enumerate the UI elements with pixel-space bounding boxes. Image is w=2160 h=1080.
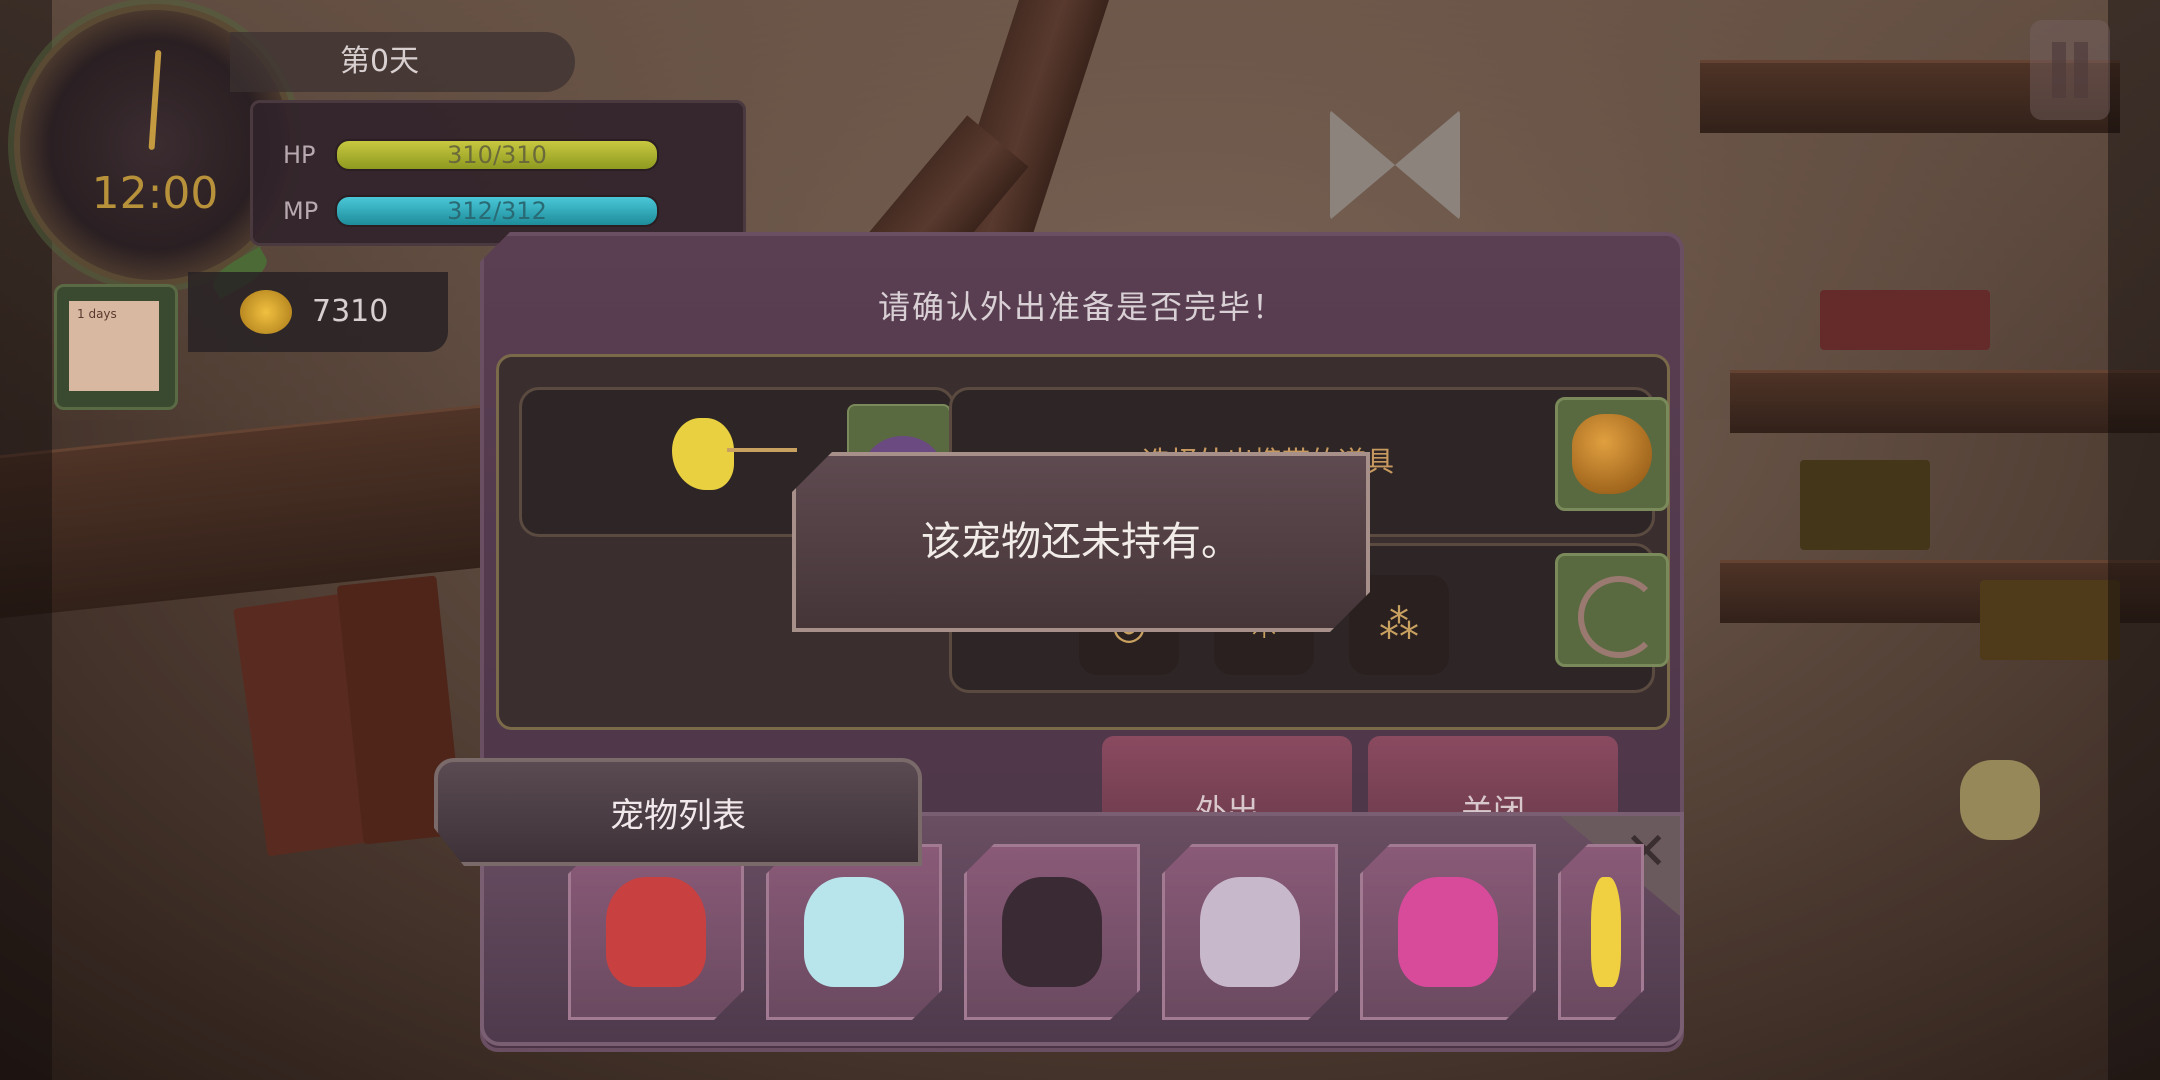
- pet-card-white-bat[interactable]: [1162, 844, 1338, 1020]
- dragon-icon: [606, 877, 706, 987]
- cat-icon: [1398, 877, 1498, 987]
- stats-panel: HP 310/310 MP 312/312: [250, 100, 746, 246]
- pet-card-red-dragon[interactable]: [568, 844, 744, 1020]
- pet-not-owned-toast: 该宠物还未持有。: [792, 452, 1370, 632]
- pet-list-title: 宠物列表: [610, 796, 746, 836]
- clock-hand: [148, 49, 162, 151]
- amber-gem-item[interactable]: [1555, 397, 1669, 511]
- pet-card-ice-spirit[interactable]: [766, 844, 942, 1020]
- bat-silhouette-icon: [1002, 877, 1102, 987]
- bird-pet-icon: [672, 418, 734, 490]
- bird-icon: [1591, 877, 1621, 987]
- bat-icon: [1200, 877, 1300, 987]
- pet-card-pink-cat[interactable]: [1360, 844, 1536, 1020]
- bird-beak: [727, 448, 797, 452]
- staff-item[interactable]: [1555, 553, 1669, 667]
- right-letterbox: [2108, 0, 2160, 1080]
- pet-list-tab: 宠物列表: [434, 758, 922, 866]
- hp-label: HP: [283, 141, 316, 169]
- note-paper-icon: 1 days: [69, 301, 159, 391]
- mp-bar: 312/312: [335, 195, 659, 227]
- pause-button[interactable]: [2030, 20, 2110, 120]
- mp-label: MP: [283, 197, 319, 225]
- coin-icon: [240, 290, 292, 334]
- day-counter: 第0天: [230, 32, 575, 92]
- quest-note-button[interactable]: 1 days: [54, 284, 178, 410]
- gold-display: 7310: [188, 272, 448, 352]
- hp-bar: 310/310: [335, 139, 659, 171]
- gem-icon: [1572, 414, 1652, 494]
- ice-spirit-icon: [804, 877, 904, 987]
- gold-amount: 7310: [312, 294, 389, 329]
- pet-card-shadow-bat[interactable]: [964, 844, 1140, 1020]
- pet-card-yellow-bird[interactable]: [1558, 844, 1644, 1020]
- staff-icon: [1578, 576, 1660, 658]
- dialog-title: 请确认外出准备是否完毕！: [877, 288, 1286, 326]
- note-text: 1 days: [77, 307, 117, 321]
